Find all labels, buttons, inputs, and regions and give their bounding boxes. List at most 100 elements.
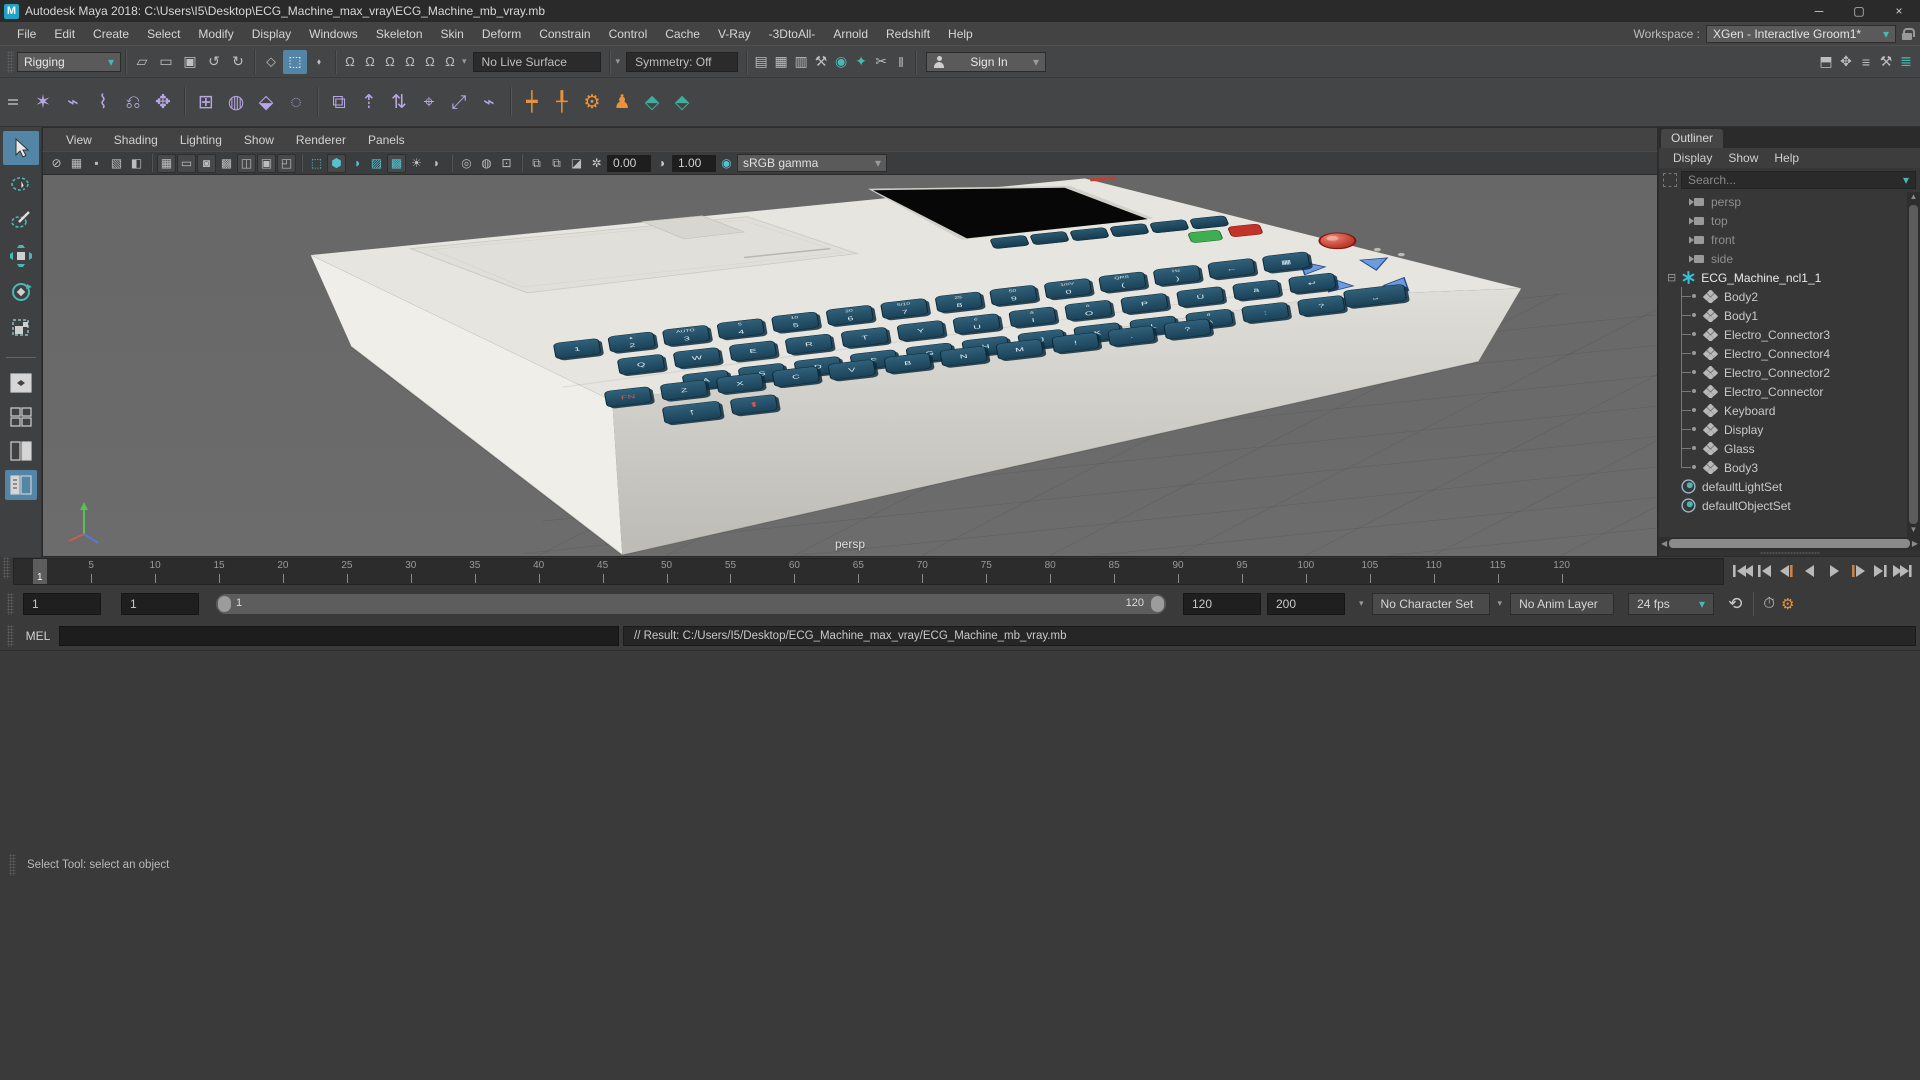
scroll-left-icon[interactable]: ◀ — [1661, 539, 1667, 548]
panel-menu-panels[interactable]: Panels — [357, 133, 416, 147]
lattice-icon[interactable]: ◍ — [221, 85, 251, 119]
grid-toggle-icon[interactable]: ▦ — [157, 153, 176, 173]
range-start-handle[interactable] — [218, 595, 231, 612]
step-forward-key-button[interactable] — [1846, 560, 1868, 582]
snap-grid-icon[interactable]: Ω — [340, 50, 360, 74]
menuset-select[interactable]: Rigging ▾ — [17, 51, 121, 72]
step-back-frame-button[interactable] — [1754, 560, 1776, 582]
menu-cache[interactable]: Cache — [656, 22, 709, 45]
outliner-item-electro_connector4[interactable]: Electro_Connector4 — [1659, 344, 1920, 363]
outliner-item-root[interactable]: ⊟ ECG_Machine_ncl1_1 — [1659, 268, 1920, 287]
wire-on-shaded-icon[interactable]: ▩ — [387, 153, 406, 173]
red-knob[interactable] — [1318, 232, 1357, 250]
sign-in-button[interactable]: Sign In ▾ — [926, 51, 1047, 72]
go-to-end-button[interactable] — [1892, 560, 1914, 582]
helpline-grip[interactable] — [9, 854, 16, 877]
range-slider[interactable]: 1 120 — [215, 592, 1167, 615]
modeling-toolkit-icon[interactable]: ⬒ — [1816, 50, 1836, 74]
character-set-select[interactable]: No Character Set — [1371, 592, 1490, 615]
layout-outliner-persp-button[interactable] — [4, 470, 37, 500]
gamma-field[interactable]: 1.00 — [672, 154, 716, 172]
channel-box-toggle-icon[interactable]: ≣ — [1896, 50, 1916, 74]
use-lights-icon[interactable]: ☀ — [407, 154, 426, 173]
menu-modify[interactable]: Modify — [189, 22, 242, 45]
menu-vray[interactable]: V-Ray — [709, 22, 760, 45]
mel-label[interactable]: MEL — [21, 629, 55, 643]
layout-single-button[interactable] — [5, 368, 37, 398]
commandline-grip[interactable] — [7, 624, 14, 647]
animation-preferences-icon[interactable]: ⚙ — [1781, 595, 1794, 613]
panel-menu-view[interactable]: View — [55, 133, 103, 147]
field-chart-icon[interactable]: ◫ — [237, 153, 256, 173]
paint-select-tool-button[interactable] — [3, 203, 39, 237]
tab-outliner[interactable]: Outliner — [1661, 129, 1724, 148]
paint-effects-icon[interactable]: ✂ — [871, 50, 891, 74]
timeslider-track[interactable]: 1 5 10 15 20 25 30 35 40 45 50 55 60 65 70 75 80 85 90 95 10… — [13, 557, 1724, 585]
scale-constraint-icon[interactable]: ⤢ — [444, 85, 474, 119]
pause-icon[interactable]: ‖ — [891, 50, 911, 74]
hypershade-icon[interactable]: ◉ — [831, 50, 851, 74]
twosided-icon[interactable]: ◧ — [127, 154, 146, 173]
expand-toggle-icon[interactable]: ⊟ — [1667, 271, 1676, 284]
gate-mask-icon[interactable]: ▩ — [217, 154, 236, 173]
humanik-icon[interactable]: ✥ — [1836, 50, 1856, 74]
file-open-button[interactable]: ▭ — [154, 50, 178, 74]
move-tool-button[interactable] — [3, 239, 39, 273]
outliner-filter-icon[interactable] — [1663, 173, 1677, 187]
scroll-right-icon[interactable]: ▶ — [1912, 539, 1918, 548]
mirror-joint-icon[interactable]: ⊞ — [191, 85, 221, 119]
bookmark-icon[interactable]: ▪ — [87, 154, 106, 173]
snapshot-icon[interactable]: ⧉ — [527, 154, 546, 173]
fps-select[interactable]: 24 fps ▾ — [1628, 592, 1715, 615]
no-select-icon[interactable]: ⊘ — [47, 154, 66, 173]
ecg-machine-model[interactable]: 1▴2AUTO3541052065/1072585091mV0QRS(Hz)←▦… — [43, 175, 1657, 556]
wireframe-icon[interactable]: ⬚ — [307, 154, 326, 173]
greasepencil-icon[interactable]: ◪ — [567, 154, 586, 173]
outliner-menu-show[interactable]: Show — [1720, 151, 1766, 165]
outliner-item-display[interactable]: Display — [1659, 420, 1920, 439]
rangebar-grip[interactable] — [7, 592, 14, 615]
symmetry-field[interactable]: Symmetry: Off — [626, 51, 739, 72]
image-plane-icon[interactable]: ▧ — [107, 154, 126, 173]
playback-loop-icon[interactable]: ⟲ — [1728, 594, 1742, 614]
step-forward-frame-button[interactable] — [1869, 560, 1891, 582]
exposure-field[interactable]: 0.00 — [607, 154, 651, 172]
menu-redshift[interactable]: Redshift — [877, 22, 939, 45]
outliner-item-side[interactable]: side — [1659, 249, 1920, 268]
outliner-menu-help[interactable]: Help — [1766, 151, 1807, 165]
menu-help[interactable]: Help — [939, 22, 982, 45]
menu-control[interactable]: Control — [600, 22, 657, 45]
wrap-deformer-icon[interactable]: ⬙ — [251, 85, 281, 119]
outliner-hscrollbar[interactable]: ◀ ▶ — [1659, 537, 1920, 550]
timeslider-grip[interactable] — [3, 556, 10, 579]
go-to-start-button[interactable] — [1731, 560, 1753, 582]
contrast-icon[interactable]: ◑ — [652, 154, 671, 173]
menu-edit[interactable]: Edit — [45, 22, 84, 45]
point-constraint-icon[interactable]: ⇡ — [354, 85, 384, 119]
render-view-icon[interactable]: ▤ — [751, 50, 771, 74]
snap-view-plane-icon[interactable]: Ω — [420, 50, 440, 74]
outliner-item-electro_connector[interactable]: Electro_Connector — [1659, 382, 1920, 401]
view3d[interactable]: 1 ▴ 2 AUTO 3 5 4 10 5 20 6 5/10 7 25 8 50 9 1mV 0 QRS(Hz) ← ▦… — [42, 175, 1658, 557]
res-gate-icon[interactable]: ◙ — [197, 153, 216, 173]
outliner-menu-display[interactable]: Display — [1665, 151, 1720, 165]
play-backwards-button[interactable] — [1800, 560, 1822, 582]
ik-handle-icon[interactable]: ⌁ — [58, 85, 88, 119]
smooth-shade-icon[interactable]: ⬢ — [327, 153, 346, 173]
outliner-item-electro_connector2[interactable]: Electro_Connector2 — [1659, 363, 1920, 382]
safe-action-icon[interactable]: ▣ — [257, 153, 276, 173]
outliner-item-body1[interactable]: Body1 — [1659, 306, 1920, 325]
statusline-grip[interactable] — [7, 50, 14, 73]
redo-button[interactable]: ↻ — [226, 50, 250, 74]
outliner-item-defaultlightset[interactable]: defaultLightSet — [1659, 477, 1920, 496]
film-gate-icon[interactable]: ▭ — [177, 153, 196, 173]
menu-skin[interactable]: Skin — [432, 22, 473, 45]
orient-constraint-icon[interactable]: ⇅ — [384, 85, 414, 119]
close-button[interactable]: × — [1882, 2, 1916, 20]
layout-four-view-button[interactable] — [5, 402, 37, 432]
cluster-icon[interactable]: ◌ — [281, 85, 311, 119]
aim-constraint-icon[interactable]: ⌖ — [414, 85, 444, 119]
shelf-menu-button[interactable] — [2, 82, 24, 122]
playback-end-field[interactable]: 120 — [1183, 592, 1261, 615]
panel-menu-shading[interactable]: Shading — [103, 133, 169, 147]
